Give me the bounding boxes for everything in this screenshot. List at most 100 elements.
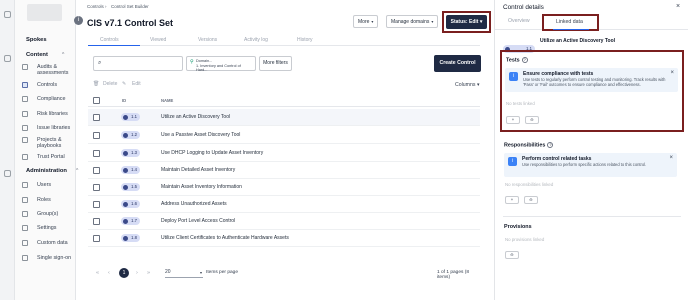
control-dot-icon <box>122 114 128 120</box>
sidebar-admin-heading[interactable]: Administration ^ <box>26 168 78 174</box>
tab-overview[interactable]: Overview <box>508 18 530 24</box>
control-name[interactable]: Deploy Port Level Access Control <box>161 218 235 224</box>
control-id-badge: 1.5 <box>121 183 140 191</box>
row-checkbox[interactable] <box>93 184 100 191</box>
manage-domains-button[interactable]: Manage domains ▾ <box>386 15 439 28</box>
control-name[interactable]: Address Unauthorized Assets <box>161 201 227 207</box>
control-id: 1.8 <box>131 235 137 240</box>
control-name[interactable]: Use a Passive Asset Discovery Tool <box>161 132 240 138</box>
next-page-icon[interactable]: › <box>136 270 138 276</box>
provisions-heading: Provisions <box>504 224 532 230</box>
table-row[interactable]: 1.2 Use a Passive Asset Discovery Tool <box>88 127 480 144</box>
control-name[interactable]: Use DHCP Logging to Update Asset Invento… <box>161 150 263 156</box>
chevron-down-icon: ▾ <box>476 82 480 88</box>
risk-icon <box>22 111 28 117</box>
table-row[interactable]: 1.3 Use DHCP Logging to Update Asset Inve… <box>88 145 480 162</box>
chevron-down-icon: ▾ <box>479 19 483 25</box>
control-name: Utilize an Active Discovery Tool <box>540 38 616 44</box>
audit-icon <box>22 64 28 70</box>
last-page-icon[interactable]: » <box>147 270 150 276</box>
row-checkbox[interactable] <box>93 150 100 157</box>
table-row[interactable]: 1.1 Utilize an Active Discovery Tool <box>88 109 480 126</box>
tab-bar: Controls Viewed Versions Activity log Hi… <box>88 34 480 46</box>
content-icon[interactable] <box>4 55 11 62</box>
more-button[interactable]: More ▾ <box>353 15 379 28</box>
admin-icon[interactable] <box>4 170 11 177</box>
row-checkbox[interactable] <box>93 201 100 208</box>
table-row[interactable]: 1.4 Maintain Detailed Asset Inventory <box>88 162 480 179</box>
tab-linked-data[interactable]: Linked data <box>556 19 583 25</box>
help-icon[interactable]: ? <box>521 57 528 63</box>
close-icon[interactable]: × <box>676 3 680 10</box>
tab-viewed[interactable]: Viewed <box>150 37 166 43</box>
prev-page-icon[interactable]: ‹ <box>108 270 110 276</box>
row-checkbox[interactable] <box>93 235 100 242</box>
column-header-id[interactable]: ID <box>122 98 126 103</box>
sidebar-item-label: Compliance <box>37 96 66 102</box>
tab-history[interactable]: History <box>297 37 313 43</box>
table-row[interactable]: 1.5 Maintain Asset Inventory Information <box>88 179 480 196</box>
sidebar-content-heading[interactable]: Content ^ <box>26 52 64 58</box>
close-icon[interactable]: × <box>670 70 674 76</box>
domain-filter[interactable]: ⚲ Domain... 1. Inventory and Control of … <box>186 56 256 73</box>
control-name[interactable]: Utilize an Active Discovery Tool <box>161 114 230 120</box>
info-icon[interactable]: i <box>74 16 83 25</box>
home-icon[interactable] <box>4 11 11 18</box>
first-page-icon[interactable]: « <box>96 270 99 276</box>
logo <box>27 4 62 21</box>
control-id-badge: 1.8 <box>121 234 140 242</box>
control-dot-icon <box>122 132 128 138</box>
tab-controls[interactable]: Controls <box>100 37 119 43</box>
projects-icon <box>22 137 28 143</box>
column-header-name[interactable]: NAME <box>161 98 173 103</box>
link-provision-button[interactable]: ⊖ <box>505 251 519 259</box>
sidebar-item-label: Settings <box>37 225 57 231</box>
help-icon[interactable]: ? <box>547 142 554 148</box>
control-details-panel: Control details × Overview Linked data 1… <box>494 0 688 300</box>
table-row[interactable]: 1.8 Utilize Client Certificates to Authen… <box>88 230 480 247</box>
table-row[interactable]: 1.7 Deploy Port Level Access Control <box>88 213 480 230</box>
create-control-button[interactable]: Create Control <box>434 55 481 72</box>
sidebar-admin-label: Administration <box>26 168 67 174</box>
control-name[interactable]: Maintain Asset Inventory Information <box>161 184 242 190</box>
row-checkbox[interactable] <box>93 132 100 139</box>
control-dot-icon <box>122 201 128 207</box>
edit-button[interactable]: Edit <box>132 81 141 87</box>
link-test-button[interactable]: ⊖ <box>525 116 539 124</box>
row-checkbox[interactable] <box>93 114 100 121</box>
add-responsibility-button[interactable]: + <box>505 196 519 204</box>
control-name[interactable]: Utilize Client Certificates to Authentic… <box>161 235 289 241</box>
bulk-actions-bar: 🗑 Delete ✎ Edit Columns ▾ <box>88 81 480 93</box>
more-filters-button[interactable]: More filters <box>259 56 292 71</box>
per-page-select[interactable]: 20 ▾ <box>165 268 203 278</box>
sidebar-item-label: Custom data <box>37 240 68 246</box>
add-test-button[interactable]: + <box>506 116 520 124</box>
status-edit-button[interactable]: Status: Edit ▾ <box>446 15 487 29</box>
close-icon[interactable]: × <box>669 155 673 161</box>
table-header: ID NAME <box>88 95 480 107</box>
select-all-checkbox[interactable] <box>93 97 100 104</box>
tests-empty: No tests linked <box>506 101 535 106</box>
control-dot-icon <box>122 150 128 156</box>
tab-versions[interactable]: Versions <box>198 37 217 43</box>
sidebar-item-label: Users <box>37 182 52 188</box>
tests-heading-label: Tests <box>506 57 520 64</box>
breadcrumb-root[interactable]: Controls <box>87 4 104 9</box>
chevron-up-icon: ^ <box>76 168 79 174</box>
filter-value: 1. Inventory and Control of Hard... <box>196 63 241 73</box>
search-input[interactable]: ⌕ <box>93 56 183 71</box>
tab-activity-log[interactable]: Activity log <box>244 37 268 43</box>
table-row[interactable]: 1.6 Address Unauthorized Assets <box>88 196 480 213</box>
link-responsibility-button[interactable]: ⊖ <box>524 196 538 204</box>
delete-button[interactable]: Delete <box>103 81 117 87</box>
divider <box>503 216 681 217</box>
sidebar-spokes[interactable]: Spokes <box>26 37 47 43</box>
current-page[interactable]: 1 <box>119 268 129 278</box>
row-checkbox[interactable] <box>93 218 100 225</box>
row-checkbox[interactable] <box>93 167 100 174</box>
control-name[interactable]: Maintain Detailed Asset Inventory <box>161 167 235 173</box>
columns-button[interactable]: Columns ▾ <box>455 82 480 88</box>
control-id-badge: 1.1 <box>121 113 140 121</box>
control-id: 1.4 <box>131 167 137 172</box>
users-icon <box>22 182 28 188</box>
